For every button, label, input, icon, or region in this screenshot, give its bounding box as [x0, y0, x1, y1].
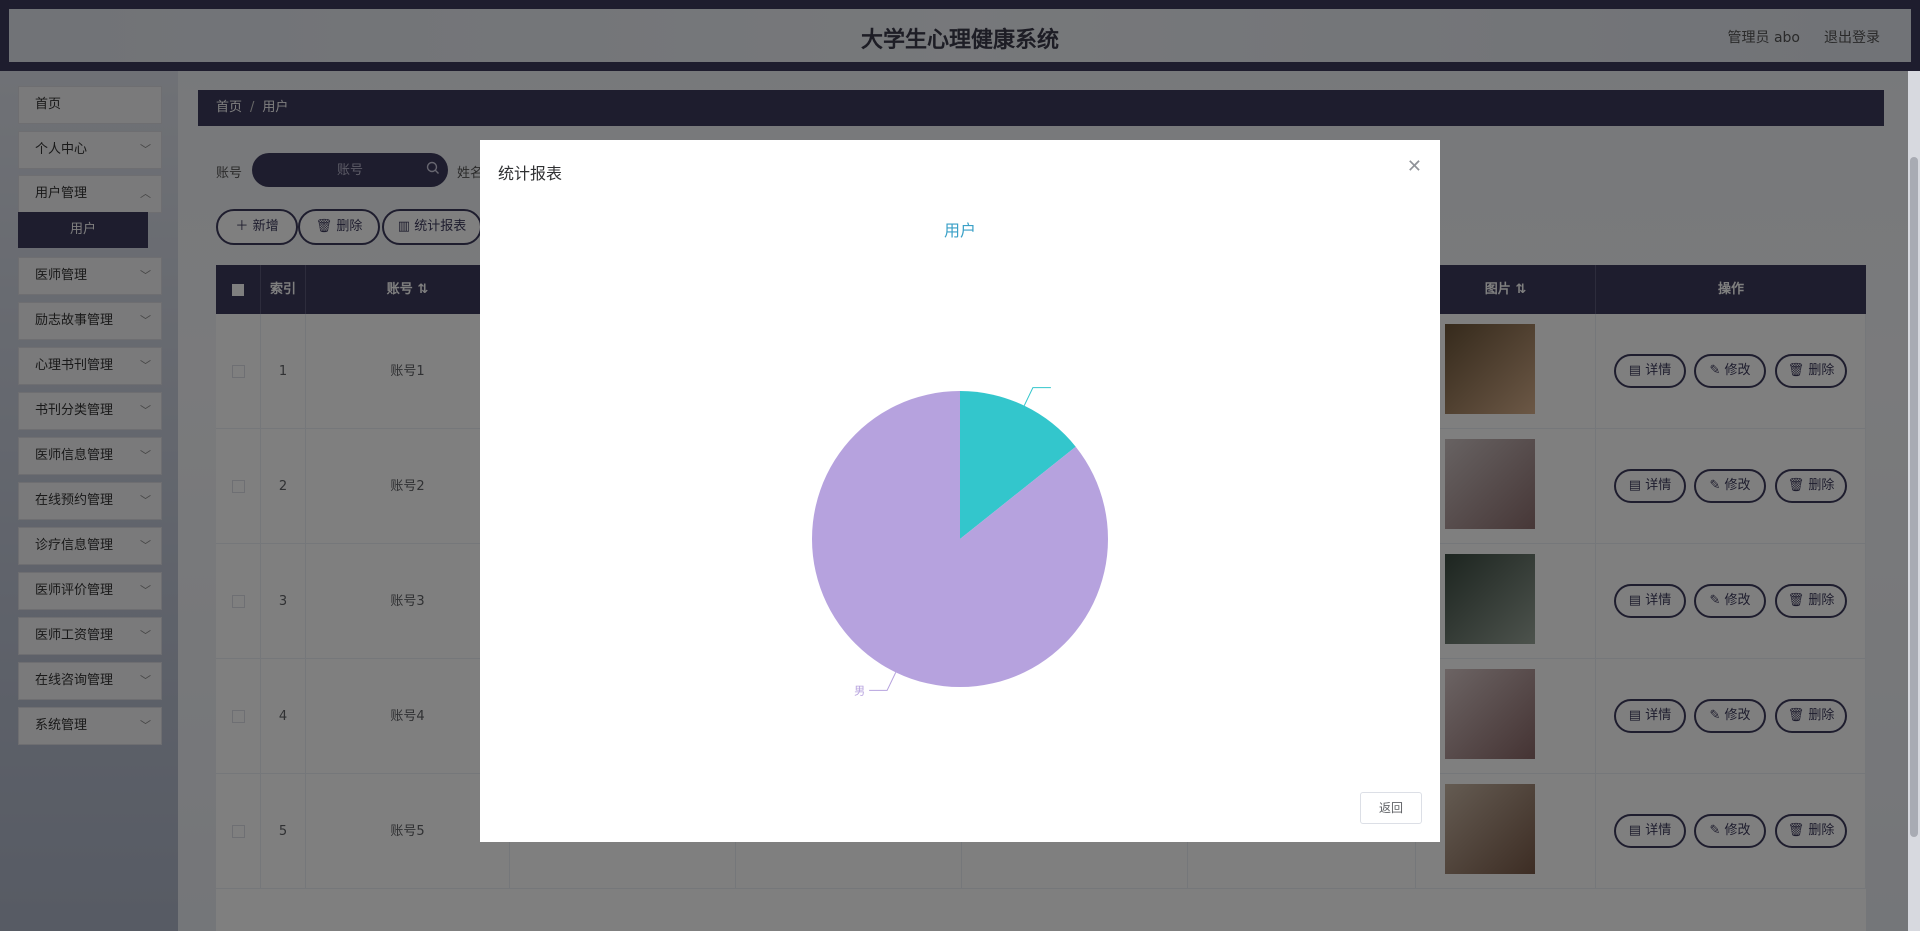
page-scrollbar[interactable] [1908, 71, 1920, 931]
pie-label-line [1023, 387, 1051, 406]
pie-label-line [869, 672, 897, 691]
back-button[interactable]: 返回 [1360, 792, 1422, 824]
scrollbar-thumb[interactable] [1910, 157, 1918, 837]
pie-chart: 男 [812, 387, 1108, 697]
report-dialog: 统计报表 ✕ 用户 男 返回 [480, 140, 1440, 842]
pie-slice-label: 男 [854, 684, 865, 697]
